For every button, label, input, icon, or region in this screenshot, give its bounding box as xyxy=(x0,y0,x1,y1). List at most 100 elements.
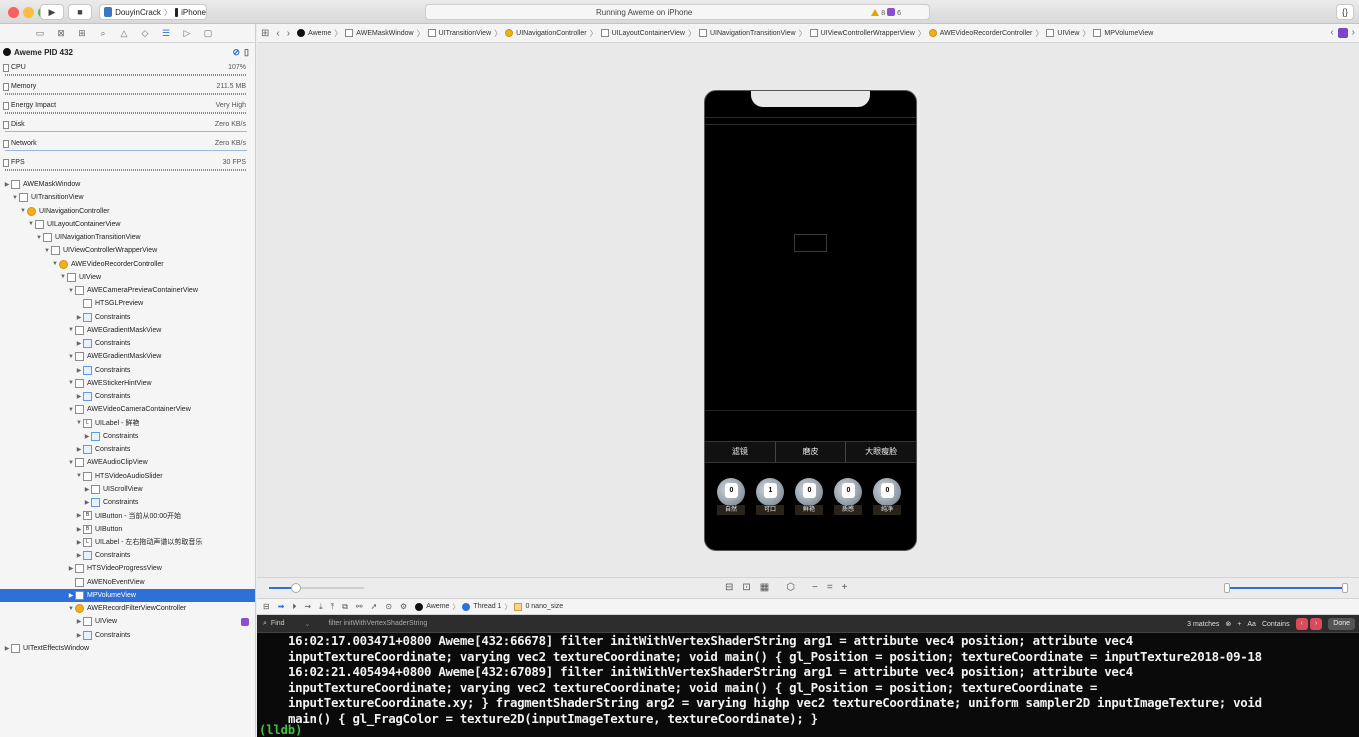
view-debugger-canvas[interactable]: 滤镜 磨皮 大眼瘦脸 0 自然 1 可口 0 鲜艳 0 质感 0 纯净 xyxy=(257,44,1359,577)
issue-icon[interactable]: △ xyxy=(118,28,130,39)
source-control-icon[interactable]: ⊠ xyxy=(55,28,67,39)
tree-item[interactable]: ▶ Constraints xyxy=(0,311,255,324)
add-icon[interactable]: + xyxy=(1237,621,1241,628)
disclosure-triangle-icon[interactable]: ▼ xyxy=(67,606,75,612)
disclosure-triangle-icon[interactable]: ▶ xyxy=(75,367,83,374)
disclosure-triangle-icon[interactable]: ▶ xyxy=(75,340,83,347)
filter-item[interactable]: 0 自然 xyxy=(717,478,745,522)
gauge-network[interactable]: Network Zero KB/s xyxy=(0,137,255,156)
disclosure-triangle-icon[interactable]: ▶ xyxy=(75,526,83,533)
view-debugger-icon[interactable]: ⧉ xyxy=(342,602,348,612)
disclosure-triangle-icon[interactable]: ▼ xyxy=(43,248,51,254)
disclosure-triangle-icon[interactable]: ▼ xyxy=(67,407,75,413)
tree-item[interactable]: ▶ MPVolumeView xyxy=(0,588,255,602)
disclosure-triangle-icon[interactable]: ▼ xyxy=(67,327,75,333)
close-window-button[interactable] xyxy=(8,7,19,18)
range-end-knob[interactable] xyxy=(1342,583,1348,593)
continue-icon[interactable]: ⏵ xyxy=(292,602,296,612)
tree-item[interactable]: ▶ L UILabel - 左右拖动声谱以剪取音乐 xyxy=(0,536,255,549)
find-label[interactable]: Find xyxy=(271,620,285,627)
breadcrumb-item[interactable]: MPVolumeView xyxy=(1093,29,1153,37)
zoom-in-icon[interactable]: + xyxy=(842,582,848,593)
show-clipped-icon[interactable]: ⊟ xyxy=(725,582,733,593)
camera-icon[interactable]: ⊙ xyxy=(385,602,392,611)
tree-item[interactable]: ▶ B UIButton xyxy=(0,523,255,536)
tree-item[interactable]: ▶ Constraints xyxy=(0,496,255,509)
settings-icon[interactable]: ⚙ xyxy=(400,602,407,611)
zoom-reset-icon[interactable]: = xyxy=(827,582,833,593)
forward-button[interactable]: › xyxy=(287,28,290,39)
breadcrumb-item[interactable]: AWEVideoRecorderController xyxy=(928,29,1032,37)
step-over-icon[interactable]: ⇝ xyxy=(304,602,311,611)
disclosure-triangle-icon[interactable]: ▼ xyxy=(67,460,75,466)
breadcrumb-item[interactable]: UIViewControllerWrapperView xyxy=(809,29,915,37)
tree-item[interactable]: ▼ UITransitionView xyxy=(0,191,255,204)
spacing-slider[interactable] xyxy=(269,583,364,593)
disclosure-triangle-icon[interactable]: ▶ xyxy=(75,512,83,519)
contents-icon[interactable]: ▦ xyxy=(760,582,769,593)
tree-item[interactable]: ▶ Constraints xyxy=(0,443,255,456)
tree-item[interactable]: ▼ UIViewControllerWrapperView xyxy=(0,244,255,257)
range-slider[interactable] xyxy=(1224,583,1348,593)
gauge-energy-impact[interactable]: Energy Impact Very High xyxy=(0,99,255,118)
location-icon[interactable]: ➚ xyxy=(371,602,378,611)
disclosure-triangle-icon[interactable]: ▶ xyxy=(75,393,83,400)
disclosure-triangle-icon[interactable]: ▶ xyxy=(3,181,11,188)
debug-console[interactable]: ⌕ Find ⌄ filter initWithVertexShaderStri… xyxy=(257,615,1359,737)
chevron-right-icon[interactable]: › xyxy=(1352,27,1355,38)
debug-app[interactable]: Aweme xyxy=(426,603,449,610)
disclosure-triangle-icon[interactable]: ▼ xyxy=(75,473,83,479)
tree-item[interactable]: ▼ AWEStickerHintView xyxy=(0,377,255,390)
scheme-selector[interactable]: DouyinCrack 〉 iPhone xyxy=(99,4,207,20)
tree-item[interactable]: ▶ UITextEffectsWindow xyxy=(0,642,255,655)
filter-item[interactable]: 0 纯净 xyxy=(873,478,901,522)
tree-item[interactable]: ▶ UIScrollView xyxy=(0,483,255,496)
tree-item[interactable]: ▶ Constraints xyxy=(0,337,255,350)
tree-item[interactable]: ▶ Constraints xyxy=(0,390,255,403)
debug-thread[interactable]: Thread 1 xyxy=(473,603,501,610)
disclosure-triangle-icon[interactable]: ▼ xyxy=(67,380,75,386)
tree-item[interactable]: ▼ AWEVideoCameraContainerView xyxy=(0,403,255,416)
tree-item[interactable]: ▼ UINavigationTransitionView xyxy=(0,231,255,244)
gauge-disk[interactable]: Disk Zero KB/s xyxy=(0,118,255,137)
library-button[interactable]: {} xyxy=(1336,4,1354,20)
tree-item[interactable]: ▶ Constraints xyxy=(0,430,255,443)
tree-item[interactable]: ▼ HTSVideoAudioSlider xyxy=(0,470,255,483)
disclosure-triangle-icon[interactable]: ▶ xyxy=(75,539,83,546)
disclosure-triangle-icon[interactable]: ▼ xyxy=(75,420,83,426)
stop-button[interactable]: ■ xyxy=(68,4,92,20)
breadcrumb-item[interactable]: Aweme xyxy=(297,29,331,37)
disclosure-triangle-icon[interactable]: ▶ xyxy=(83,486,91,493)
breakpoints-toggle-icon[interactable]: ➡ xyxy=(278,602,285,611)
previous-match-button[interactable]: ‹ xyxy=(1295,618,1308,630)
filter-item[interactable]: 0 质感 xyxy=(834,478,862,522)
step-out-icon[interactable]: ⤒ xyxy=(331,602,335,612)
gauge-cpu[interactable]: CPU 107% xyxy=(0,61,255,80)
symbol-icon[interactable]: ⊞ xyxy=(76,28,88,39)
zoom-out-icon[interactable]: − xyxy=(812,582,818,593)
grid-icon[interactable]: ⊞ xyxy=(261,28,269,39)
tree-item[interactable]: ▼ UINavigationController xyxy=(0,205,255,218)
gauge-memory[interactable]: Memory 211.5 MB xyxy=(0,80,255,99)
tree-item[interactable]: ▼ UIView xyxy=(0,271,255,284)
filter-item[interactable]: 1 可口 xyxy=(756,478,784,522)
issue-marker-icon[interactable] xyxy=(1337,27,1348,38)
disclosure-triangle-icon[interactable]: ▶ xyxy=(75,446,83,453)
disclosure-triangle-icon[interactable]: ▼ xyxy=(11,195,19,201)
find-input[interactable]: filter initWithVertexShaderString xyxy=(328,620,427,627)
disclosure-triangle-icon[interactable]: ▼ xyxy=(35,235,43,241)
disclosure-triangle-icon[interactable]: ▶ xyxy=(75,314,83,321)
gauge-fps[interactable]: FPS 30 FPS xyxy=(0,156,255,175)
step-into-icon[interactable]: ⤓ xyxy=(319,602,323,612)
filter-item[interactable]: 0 鲜艳 xyxy=(795,478,823,522)
breakpoint-icon[interactable]: ▷ xyxy=(181,28,193,39)
disclosure-triangle-icon[interactable]: ▼ xyxy=(27,221,35,227)
memory-graph-icon[interactable]: ⚯ xyxy=(356,602,363,611)
breadcrumb-item[interactable]: UITransitionView xyxy=(427,29,491,37)
tree-item[interactable]: ▼ AWEGradientMaskView xyxy=(0,350,255,363)
gauge-options-icon[interactable]: ⊘ xyxy=(233,47,241,58)
breadcrumb-item[interactable]: AWEMaskWindow xyxy=(345,29,414,37)
lldb-prompt[interactable]: (lldb) xyxy=(259,723,302,737)
done-button[interactable]: Done xyxy=(1328,618,1355,630)
breadcrumb-item[interactable]: UIView xyxy=(1046,29,1079,37)
